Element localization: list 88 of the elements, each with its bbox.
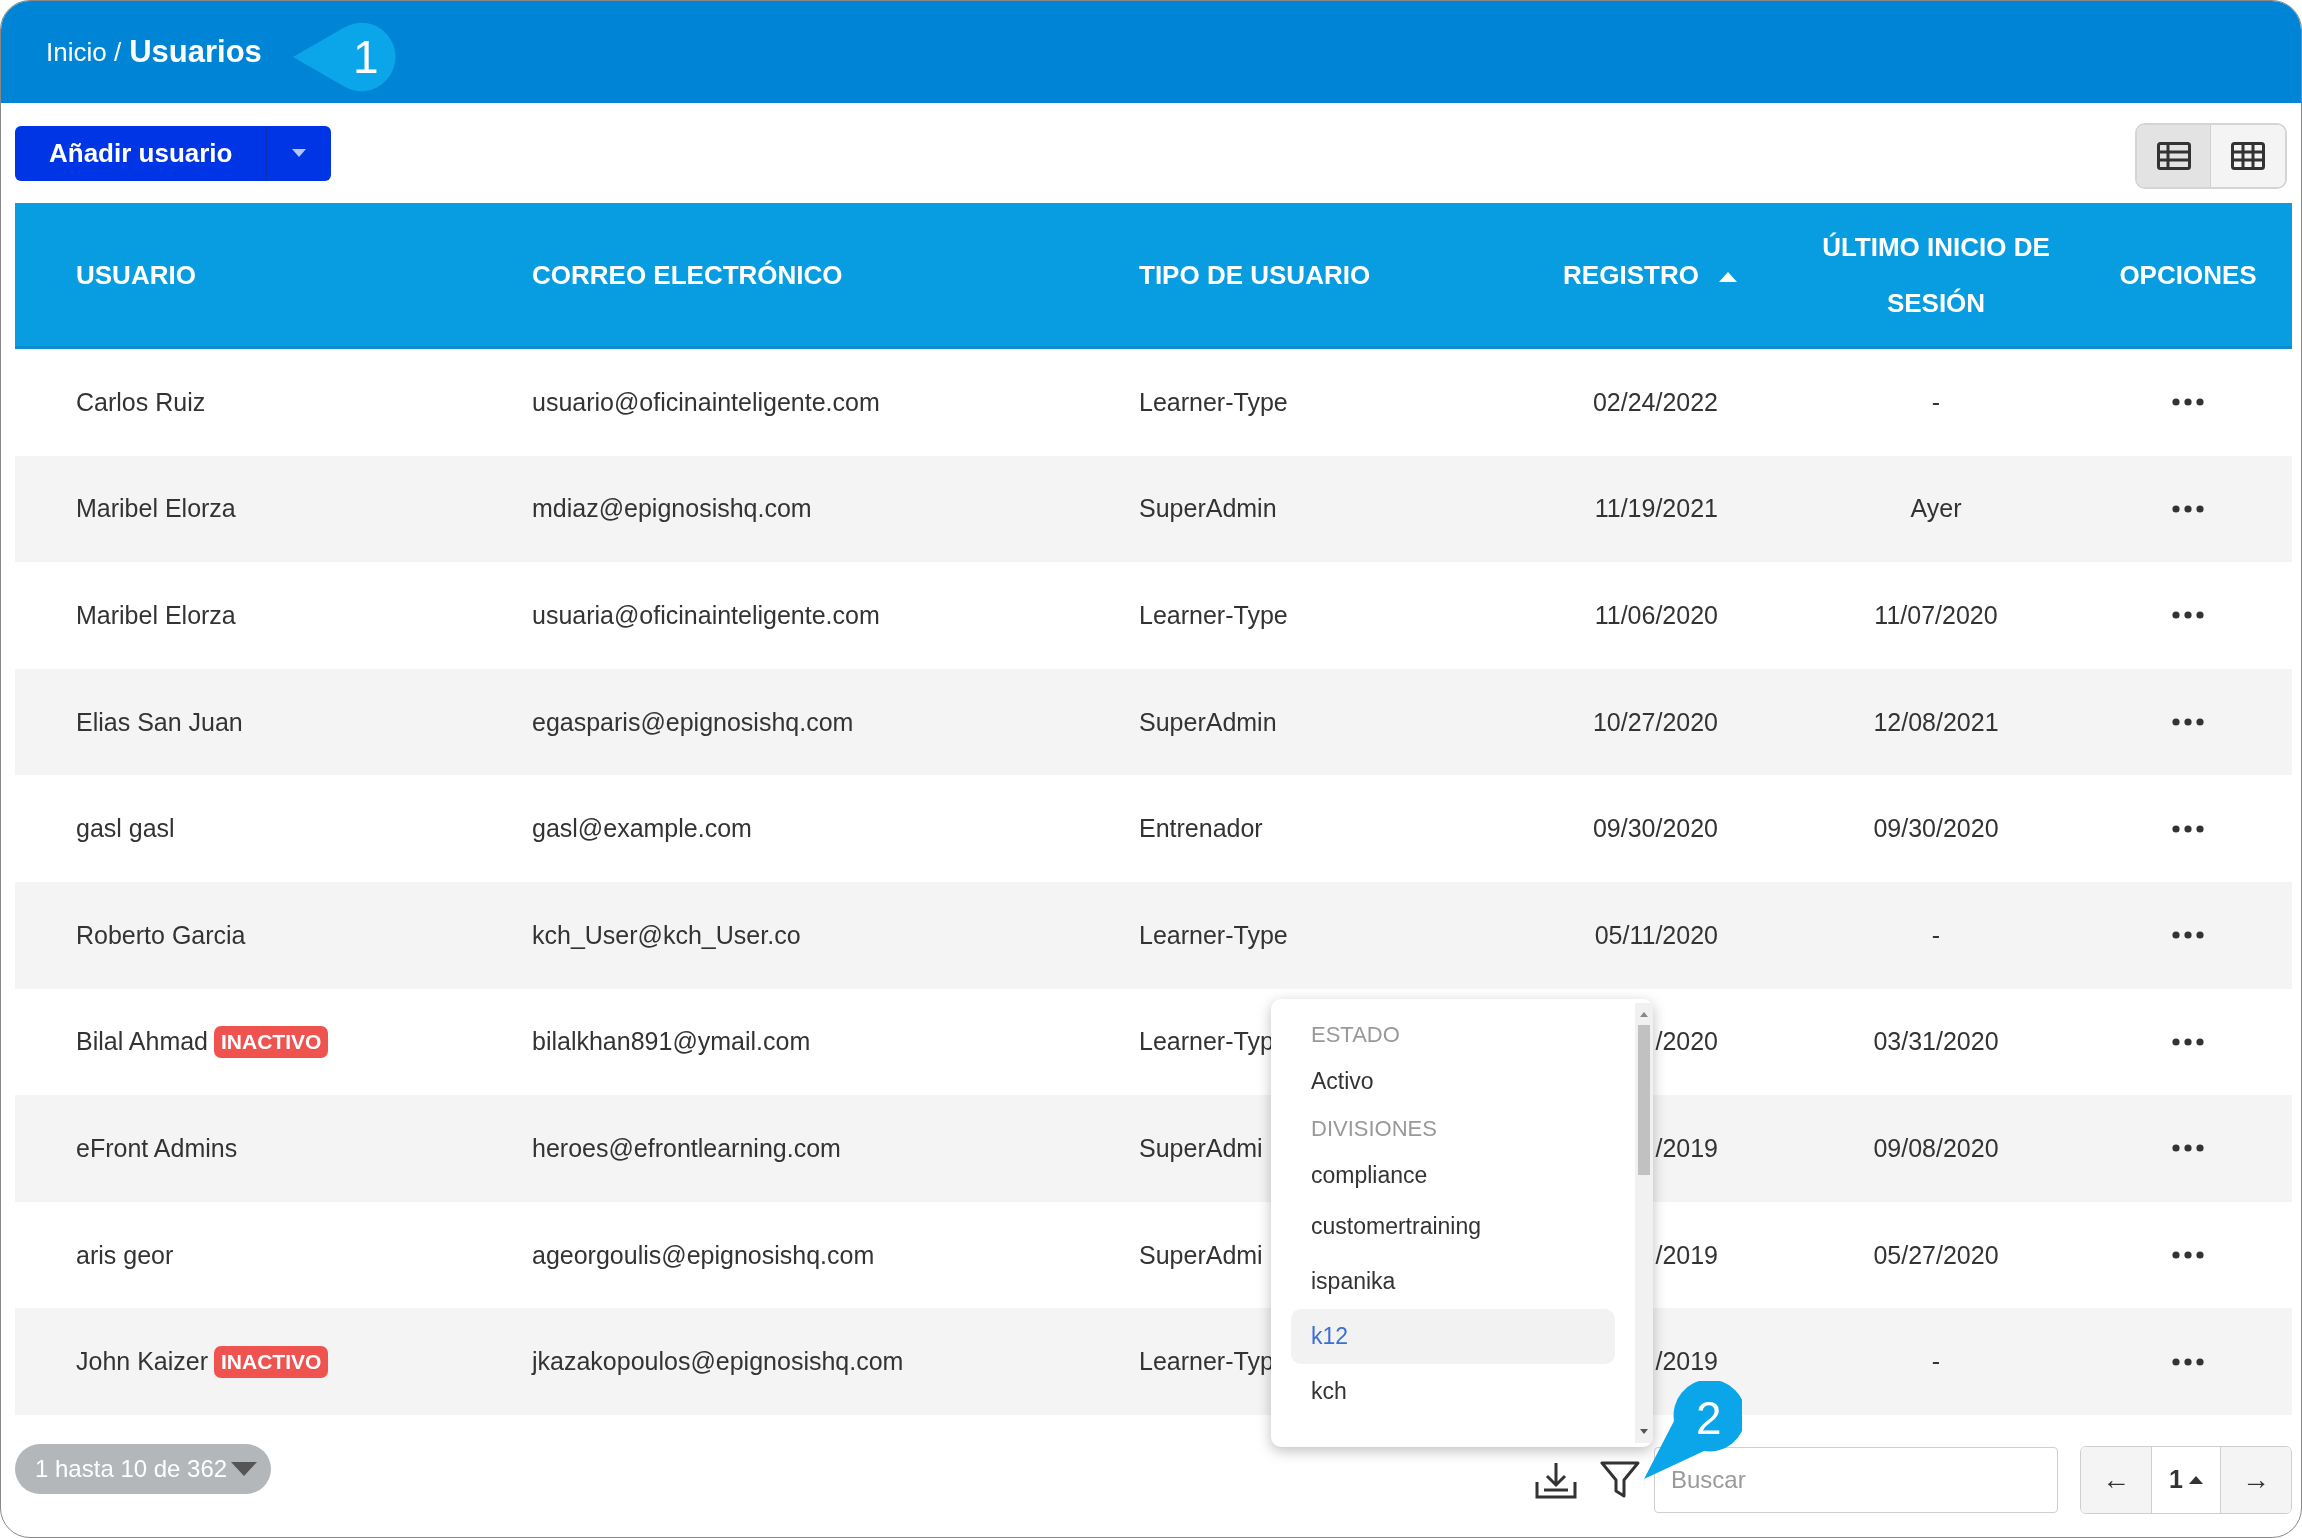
menu-heading: DIVISIONES — [1310, 1115, 1438, 1143]
sort-up-icon — [1718, 271, 1737, 282]
scrollbar[interactable] — [1635, 1003, 1653, 1443]
more-options-icon[interactable] — [2172, 1144, 2204, 1153]
table-cell: ageorgoulis@epignosishq.com — [532, 1240, 875, 1270]
more-options-icon[interactable] — [2172, 611, 2204, 620]
user-name[interactable]: Elias San Juan — [76, 707, 243, 737]
more-options-icon[interactable] — [2172, 718, 2204, 727]
table-cell-text: 02/24/2022 — [1591, 387, 1718, 417]
menu-item[interactable]: k12 — [1291, 1309, 1615, 1364]
table-list-icon — [2156, 142, 2191, 170]
table-cell: 09/08/2020 — [1873, 1133, 1999, 1163]
table-cell: 12/08/2021 — [1873, 707, 1999, 737]
table-cell: gasl@example.com — [532, 814, 752, 844]
table-cell: - — [1931, 387, 1941, 417]
more-options-icon[interactable] — [2172, 1251, 2204, 1260]
view-toggle[interactable] — [2211, 125, 2285, 187]
table-cell: Learner-Type — [1139, 387, 1288, 417]
table-cell-text: 10/27/2020 — [1591, 707, 1718, 737]
table-cell: Learner-Type — [1139, 920, 1288, 950]
table-cell-text: 05/11/2020 — [1593, 920, 1718, 950]
grid-icon — [2231, 142, 2265, 170]
table-cell: 09/30/2020 — [1873, 814, 1999, 844]
table-cell: mdiaz@epignosishq.com — [532, 494, 812, 524]
add-user-button[interactable]: Añadir usuario — [15, 125, 268, 181]
more-options-icon[interactable] — [2172, 931, 2204, 940]
table-cell: - — [1931, 1347, 1941, 1377]
caret-icon — [231, 1461, 258, 1476]
more-options-icon[interactable] — [2172, 824, 2204, 833]
table-cell-text: 11/19/2021 — [1593, 494, 1718, 524]
more-options-icon[interactable] — [2172, 1037, 2204, 1046]
status-badge: INACTIVO — [214, 1025, 329, 1058]
table-cell: 05/27/2020 — [1873, 1240, 1999, 1270]
table-cell: Entrenador — [1139, 814, 1263, 844]
table-cell: - — [1931, 920, 1941, 950]
user-name[interactable]: Bilal Ahmad — [76, 1027, 209, 1057]
menu-item[interactable]: ispanika — [1291, 1254, 1615, 1309]
table-cell: Learner-Type — [1139, 601, 1288, 630]
table-cell-text: /2020 — [1654, 1027, 1718, 1057]
table-cell: SuperAdmin — [1139, 494, 1277, 524]
user-name[interactable]: eFront Admins — [76, 1133, 238, 1163]
table-cell: kch_User@kch_User.co — [532, 920, 801, 950]
dropdown-button[interactable] — [267, 125, 332, 181]
next-page-button[interactable]: → — [2221, 1446, 2291, 1513]
caret-icon — [2188, 1475, 2203, 1484]
table-cell: Learner-Typ — [1139, 1027, 1274, 1057]
table-cell-text: /2019 — [1654, 1133, 1718, 1163]
breadcrumb-link[interactable]: Inicio / — [46, 36, 122, 68]
user-name[interactable]: John Kaizer — [76, 1347, 209, 1377]
table-cell: 03/31/2020 — [1873, 1027, 1999, 1057]
caret-icon — [292, 149, 307, 157]
table-cell: usuario@oficinainteligente.com — [532, 387, 880, 417]
table-cell: 11/07/2020 — [1874, 601, 1998, 630]
user-name[interactable]: Roberto Garcia — [76, 920, 246, 950]
table-cell: SuperAdmi — [1139, 1133, 1263, 1163]
more-options-icon[interactable] — [2172, 1357, 2204, 1366]
table-cell-text: /2019 — [1654, 1347, 1718, 1377]
table-cell: usuaria@oficinainteligente.com — [532, 601, 880, 630]
page-title: Usuarios — [129, 34, 262, 70]
more-options-icon[interactable] — [2172, 398, 2204, 407]
previous-page-button[interactable]: ← — [2081, 1446, 2151, 1513]
menu-item[interactable]: customertraining — [1291, 1199, 1615, 1254]
table-cell: egasparis@epignosishq.com — [532, 707, 854, 737]
table-cell: bilalkhan891@ymail.com — [532, 1027, 811, 1057]
more-options-icon[interactable] — [2172, 504, 2204, 513]
search-field[interactable]: Buscar — [1654, 1446, 2058, 1513]
table-cell-text: 11/06/2020 — [1593, 601, 1718, 630]
user-name[interactable]: Maribel Elorza — [76, 494, 236, 524]
menu-heading: ESTADO — [1310, 1021, 1401, 1049]
user-name[interactable]: Maribel Elorza — [76, 601, 236, 630]
user-name[interactable]: gasl gasl — [76, 814, 175, 844]
table-cell: SuperAdmi — [1139, 1240, 1263, 1270]
table-cell: SuperAdmin — [1139, 707, 1277, 737]
filter-icon[interactable] — [1600, 1459, 1640, 1500]
table-cell: jkazakopoulos@epignosishq.com — [532, 1347, 904, 1377]
table-cell-text: /2019 — [1654, 1240, 1718, 1270]
table-cell: heroes@efrontlearning.com — [532, 1133, 841, 1163]
user-name[interactable]: Carlos Ruiz — [76, 387, 206, 417]
page-select[interactable]: 1 — [2151, 1446, 2221, 1513]
user-name[interactable]: aris geor — [76, 1240, 174, 1270]
table-cell: Learner-Typ — [1139, 1347, 1274, 1377]
menu-item[interactable]: compliance — [1291, 1152, 1615, 1199]
menu-item[interactable]: kch — [1291, 1364, 1615, 1419]
status-badge: INACTIVO — [214, 1345, 329, 1378]
menu-item[interactable]: Activo — [1291, 1058, 1615, 1105]
view-toggle[interactable] — [2137, 125, 2211, 187]
table-cell: Ayer — [1910, 494, 1962, 524]
table-cell-text: 09/30/2020 — [1591, 814, 1718, 844]
